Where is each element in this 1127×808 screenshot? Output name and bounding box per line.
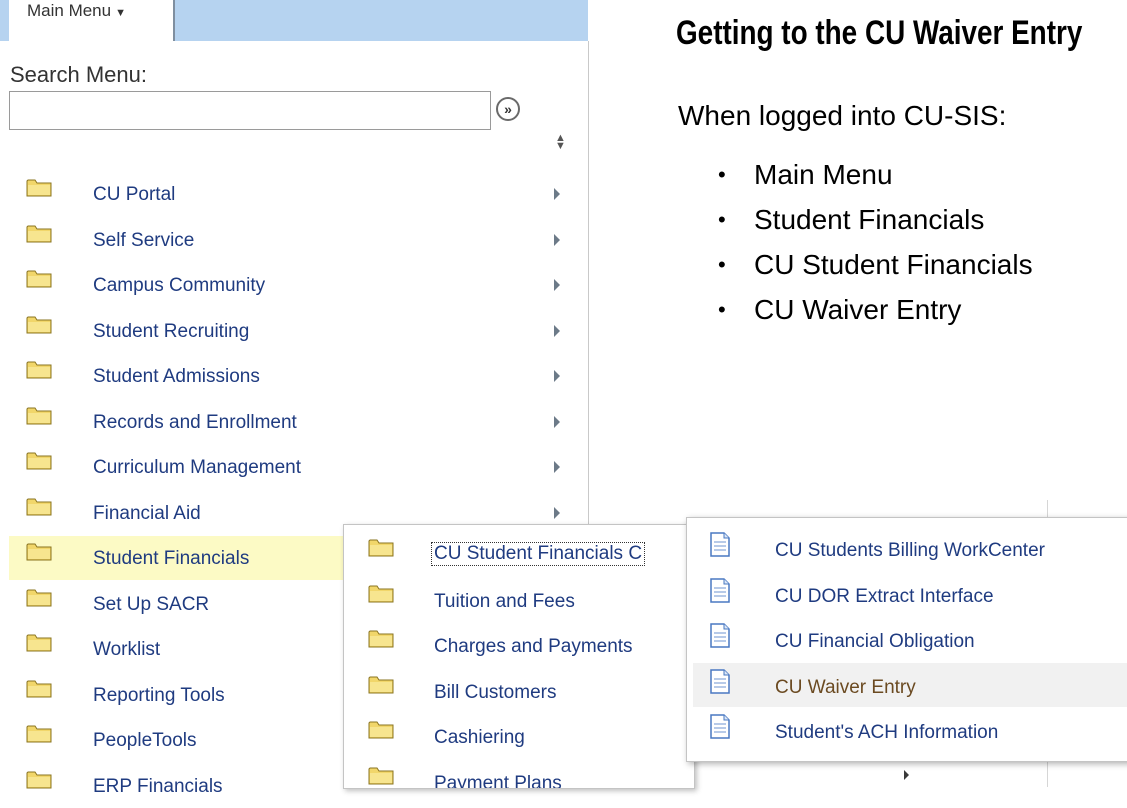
- submenu-item-cu-waiver-entry[interactable]: CU Waiver Entry: [693, 662, 1127, 707]
- navigation-step-text: CU Waiver Entry: [754, 294, 962, 325]
- submenu-item-payment-plans[interactable]: Payment Plans: [344, 757, 694, 788]
- folder-icon: [26, 497, 52, 516]
- main-menu-item-label: Reporting Tools: [93, 684, 225, 706]
- main-menu-item-label: Worklist: [93, 639, 161, 660]
- main-menu-item-campus-community[interactable]: Campus Community: [9, 263, 569, 307]
- slide-intro: When logged into CU-SIS:: [678, 100, 1007, 131]
- main-menu-button-label: Main Menu: [27, 1, 112, 20]
- submenu-item-label: CU DOR Extract Interface: [775, 585, 994, 607]
- submenu-item-charges-and-payments[interactable]: Charges and Payments: [344, 620, 694, 664]
- folder-icon: [368, 629, 394, 648]
- folder-icon: [26, 770, 52, 789]
- main-menu-item-label: Student Recruiting: [93, 320, 250, 342]
- folder-icon: [26, 679, 52, 698]
- folder-icon: [26, 451, 52, 470]
- folder-icon: [368, 584, 394, 603]
- submenu-item-cu-dor-extract-interface[interactable]: CU DOR Extract Interface: [693, 572, 1127, 616]
- folder-icon: [26, 724, 52, 743]
- main-menu-item-student-admissions[interactable]: Student Admissions: [9, 354, 569, 398]
- main-menu-item-label: Financial Aid: [93, 502, 201, 524]
- chevron-right-icon: [554, 279, 560, 291]
- submenu-item-label: Charges and Payments: [434, 636, 633, 657]
- folder-icon: [26, 224, 52, 243]
- main-menu-item-curriculum-management[interactable]: Curriculum Management: [9, 445, 569, 489]
- navigation-step-text: CU Student Financials: [754, 249, 1033, 280]
- bullet-icon: •: [718, 162, 726, 187]
- submenu-item-label: Cashiering: [434, 727, 525, 748]
- folder-icon: [368, 720, 394, 739]
- document-icon: [710, 714, 730, 739]
- folder-icon: [26, 360, 52, 379]
- document-icon: [710, 577, 730, 603]
- payment-plans-arrow-icon: [904, 770, 909, 780]
- main-menu-item-label: Records and Enrollment: [93, 411, 297, 433]
- search-menu-input[interactable]: [9, 91, 491, 130]
- main-menu-item-label: Campus Community: [93, 275, 266, 296]
- bullet-icon: •: [718, 207, 726, 232]
- caret-down-icon: ▼: [115, 7, 126, 19]
- chevron-right-icon: [554, 506, 560, 519]
- navigation-steps-list: • Main Menu • Student Financials • CU Student…: [718, 152, 1033, 332]
- folder-icon: [368, 766, 394, 785]
- bullet-icon: •: [718, 297, 726, 322]
- student-financials-submenu: CU Student Financials C Tuition and Fees C…: [343, 524, 695, 789]
- folder-icon: [26, 269, 52, 288]
- folder-icon: [26, 178, 52, 197]
- main-menu-item-label: Curriculum Management: [93, 457, 302, 478]
- navigation-step: • CU Student Financials: [718, 242, 1033, 287]
- main-menu-item-self-service[interactable]: Self Service: [9, 218, 569, 262]
- navigation-step: • Main Menu: [718, 152, 1033, 197]
- bullet-icon: •: [718, 252, 726, 277]
- submenu-item-label: CU Students Billing WorkCenter: [775, 540, 1045, 561]
- submenu-item-tuition-and-fees[interactable]: Tuition and Fees: [344, 575, 694, 619]
- folder-icon: [26, 542, 52, 561]
- chevron-right-icon: [554, 188, 560, 200]
- submenu-item-cu-students-billing-workcenter[interactable]: CU Students Billing WorkCenter: [693, 526, 1127, 570]
- folder-icon: [368, 538, 394, 557]
- submenu-item-cu-student-financials-c[interactable]: CU Student Financials C: [344, 529, 694, 573]
- main-menu-item-label: Set Up SACR: [93, 593, 210, 615]
- main-menu-item-label: PeopleTools: [93, 730, 197, 751]
- main-menu-item-cu-portal[interactable]: CU Portal: [9, 172, 569, 216]
- main-menu-item-label: CU Portal: [93, 184, 176, 205]
- folder-icon: [26, 633, 52, 652]
- submenu-item-label: CU Financial Obligation: [775, 631, 975, 652]
- submenu-item-label: Student's ACH Information: [775, 722, 999, 743]
- main-menu-button[interactable]: Main Menu ▼: [9, 0, 175, 41]
- chevron-right-icon: [554, 370, 560, 382]
- submenu-item-label: Bill Customers: [434, 681, 557, 703]
- submenu-item-cashiering[interactable]: Cashiering: [344, 711, 694, 755]
- chevron-right-icon: [554, 461, 560, 473]
- navigation-step: • Student Financials: [718, 197, 1033, 242]
- search-menu-label: Search Menu:: [10, 62, 147, 87]
- chevron-right-icon: [554, 415, 560, 428]
- main-menu-item-records-and-enrollment[interactable]: Records and Enrollment: [9, 400, 569, 444]
- chevron-right-icon: [554, 324, 560, 337]
- navigation-step-text: Student Financials: [754, 204, 985, 235]
- cu-student-financials-submenu: CU Students Billing WorkCenter CU DOR Ext…: [686, 517, 1127, 762]
- submenu-item-label: CU Student Financials C: [430, 542, 646, 566]
- folder-icon: [26, 315, 52, 334]
- submenu-item-cu-financial-obligation[interactable]: CU Financial Obligation: [693, 617, 1127, 661]
- document-icon: [710, 532, 730, 557]
- main-menu-item-student-recruiting[interactable]: Student Recruiting: [9, 309, 569, 353]
- submenu-item-student-s-ach-information[interactable]: Student's ACH Information: [693, 708, 1127, 752]
- main-menu-item-label: Student Financials: [93, 548, 250, 569]
- submenu-item-label: Tuition and Fees: [434, 590, 575, 612]
- folder-icon: [26, 406, 52, 425]
- slide-title: Getting to the CU Waiver Entry: [676, 14, 1083, 52]
- main-menu-item-label: Student Admissions: [93, 366, 260, 387]
- chevron-right-icon: [554, 233, 560, 246]
- folder-icon: [26, 588, 52, 607]
- main-menu-item-label: Self Service: [93, 229, 195, 251]
- navigation-step: • CU Waiver Entry: [718, 287, 1033, 332]
- document-icon: [710, 623, 730, 648]
- submenu-item-label: CU Waiver Entry: [775, 676, 916, 698]
- submenu-item-bill-customers[interactable]: Bill Customers: [344, 666, 694, 710]
- document-icon: [710, 668, 730, 694]
- folder-icon: [368, 675, 394, 694]
- navigation-step-text: Main Menu: [754, 159, 893, 190]
- sort-icon[interactable]: ▲ ▼: [555, 133, 566, 152]
- search-go-icon[interactable]: »: [496, 97, 520, 121]
